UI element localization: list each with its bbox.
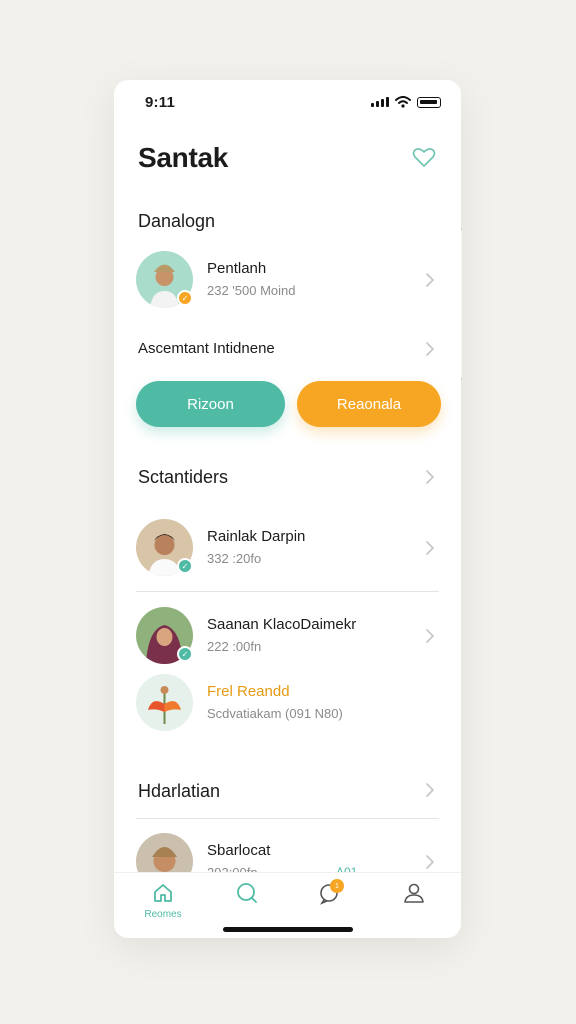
status-badge: ✓: [177, 290, 193, 306]
contact-name: Saanan KlacoDaimekr: [207, 616, 357, 633]
chevron-right-icon: [425, 629, 435, 643]
profile-name: Pentlanh: [207, 260, 267, 277]
wifi-icon: [395, 96, 411, 108]
primary-button[interactable]: Rizoon: [136, 381, 285, 427]
tab-bar: Reomes 1: [114, 872, 461, 938]
notification-badge: 1: [330, 879, 344, 893]
signal-icon: [371, 97, 389, 107]
profile-sub: 232 '500 Moind: [207, 283, 296, 298]
chat-icon: [237, 883, 257, 903]
section-heading-first: Danalogn: [138, 211, 216, 231]
section-heading-third: Hdarlatian: [138, 781, 221, 801]
verified-badge: ✓: [177, 558, 193, 574]
divider: [136, 591, 439, 592]
tab-chat[interactable]: [217, 881, 277, 925]
profile-icon: [404, 883, 424, 903]
list-item[interactable]: ✓ Saanan KlacoDaimekr 222 :00fn: [136, 607, 439, 673]
chevron-right-icon[interactable]: [425, 470, 435, 484]
status-time: 9:11: [145, 94, 175, 111]
contact-sub: 222 :00fn: [207, 639, 262, 654]
contact-sub: Scdvatiakam (091 N80): [207, 706, 343, 721]
tab-home[interactable]: Reomes: [133, 881, 193, 925]
home-indicator: [223, 927, 353, 932]
battery-icon: [417, 96, 441, 108]
contact-name: Rainlak Darpin: [207, 528, 306, 545]
profile-row[interactable]: ✓ Pentlanh 232 '500 Moind: [136, 251, 439, 317]
chevron-right-icon[interactable]: [425, 783, 435, 797]
contact-name: Frel Reandd: [207, 683, 290, 700]
phone-screen: 9:11 Santak Danalogn ✓ Pentlanh 232 '500…: [114, 80, 461, 938]
list-item[interactable]: Frel Reandd Scdvatiakam (091 N80): [136, 674, 439, 740]
chevron-right-icon: [425, 273, 435, 287]
heart-icon[interactable]: [411, 144, 437, 170]
tab-home-label: Reomes: [144, 909, 182, 920]
contact-sub: 332 :20fo: [207, 551, 262, 566]
section-heading-second: Sctantiders: [138, 467, 229, 487]
contact-name: Sbarlocat: [207, 842, 271, 859]
home-icon: [154, 884, 172, 902]
assist-row[interactable]: Ascemtant Intidnene: [136, 334, 439, 364]
list-item[interactable]: ✓ Rainlak Darpin 332 :20fo: [136, 519, 439, 585]
avatar: [136, 674, 193, 731]
page-title: Santak: [138, 142, 229, 173]
tab-profile[interactable]: [384, 881, 444, 925]
chevron-right-icon: [425, 342, 435, 356]
tab-messages[interactable]: 1: [300, 879, 360, 925]
chevron-right-icon: [425, 541, 435, 555]
status-bar: 9:11: [145, 94, 441, 114]
assist-row-label: Ascemtant Intidnene: [138, 340, 275, 357]
divider: [136, 818, 439, 819]
verified-badge: ✓: [177, 646, 193, 662]
chevron-right-icon: [425, 855, 435, 869]
status-icons: [371, 96, 441, 108]
secondary-button[interactable]: Reaonala: [297, 381, 441, 427]
